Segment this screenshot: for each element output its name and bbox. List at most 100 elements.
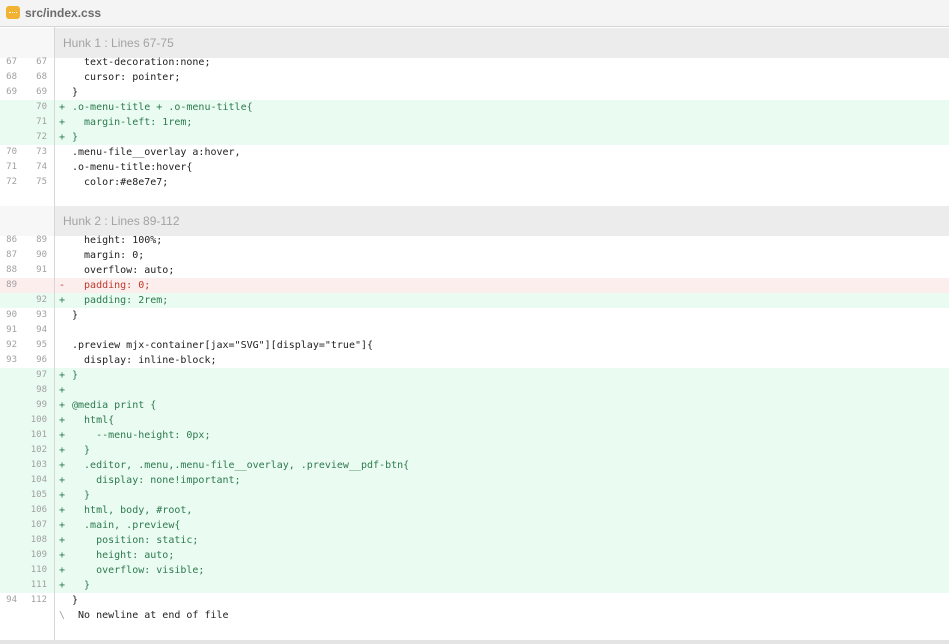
hunk-label: Hunk 2 : Lines 89-112 [63, 214, 180, 228]
diff-sign: + [59, 535, 66, 546]
added-line: 99 + @media print { [0, 398, 949, 413]
code-text: cursor: pointer; [72, 72, 181, 83]
code-text: overflow: visible; [72, 565, 205, 576]
context-line: 88 91 overflow: auto; [0, 263, 949, 278]
context-line: 72 75 color:#e8e7e7; [0, 175, 949, 190]
added-line: 100 + html{ [0, 413, 949, 428]
new-line-number: 72 [36, 132, 47, 142]
code-text: } [72, 595, 79, 606]
code-text: } [72, 580, 91, 591]
diff-sign: + [59, 400, 66, 411]
added-line: 72 +} [0, 130, 949, 145]
new-line-number: 69 [36, 87, 47, 97]
added-line: 92 + padding: 2rem; [0, 293, 949, 308]
new-line-number: 75 [36, 177, 47, 187]
context-line: 87 90 margin: 0; [0, 248, 949, 263]
code-text: .menu-file__overlay a:hover, [72, 147, 241, 158]
diff-sign: + [59, 117, 66, 128]
code-text: text-decoration:none; [72, 57, 211, 68]
code-text: padding: 0; [72, 280, 151, 291]
old-line-number: 89 [6, 280, 17, 290]
context-line: 92 95 .preview mjx-container[jax="SVG"][di… [0, 338, 949, 353]
diff-sign: + [59, 370, 66, 381]
file-name[interactable]: src/index.css [25, 5, 101, 21]
code-text: @media print { [72, 400, 157, 411]
old-line-number: 70 [6, 147, 17, 157]
added-line: 101 + --menu-height: 0px; [0, 428, 949, 443]
code-text: html{ [72, 415, 115, 426]
gutter-divider [54, 27, 55, 640]
diff-sign: + [59, 385, 66, 396]
new-line-number: 95 [36, 340, 47, 350]
hunk-gutter [0, 28, 54, 58]
diff-sign: - [59, 280, 66, 291]
code-text: No newline at end of file [72, 610, 229, 621]
context-line: 69 69} [0, 85, 949, 100]
old-line-number: 90 [6, 310, 17, 320]
new-line-number: 73 [36, 147, 47, 157]
diff-sign: + [59, 490, 66, 501]
old-line-number: 88 [6, 265, 17, 275]
old-line-number: 92 [6, 340, 17, 350]
diff-sign: + [59, 520, 66, 531]
diff-sign: + [59, 475, 66, 486]
code-text: margin: 0; [72, 250, 145, 261]
added-line: 98 + [0, 383, 949, 398]
code-text: .o-menu-title + .o-menu-title{ [72, 102, 253, 113]
old-line-number: 94 [6, 595, 17, 605]
added-line: 103 + .editor, .menu,.menu-file__overlay,… [0, 458, 949, 473]
code-text: height: 100%; [72, 235, 163, 246]
code-text: } [72, 310, 79, 321]
old-line-number: 69 [6, 87, 17, 97]
context-line: 90 93} [0, 308, 949, 323]
new-line-number: 105 [30, 490, 47, 500]
hunk-gutter [0, 206, 54, 236]
added-line: 109 + height: auto; [0, 548, 949, 563]
code-text: color:#e8e7e7; [72, 177, 169, 188]
file-header: src/index.css [0, 0, 949, 27]
removed-line: 89 - padding: 0; [0, 278, 949, 293]
code-text: } [72, 490, 91, 501]
context-line: \ No newline at end of file [0, 608, 949, 623]
code-text: } [72, 132, 79, 143]
new-line-number: 98 [36, 385, 47, 395]
old-line-number: 93 [6, 355, 17, 365]
diff-sign: + [59, 430, 66, 441]
code-text: display: inline-block; [72, 355, 217, 366]
hunk-label: Hunk 1 : Lines 67-75 [63, 36, 174, 50]
diff-sign: + [59, 550, 66, 561]
new-line-number: 106 [30, 505, 47, 515]
context-line: 68 68 cursor: pointer; [0, 70, 949, 85]
new-line-number: 104 [30, 475, 47, 485]
new-line-number: 96 [36, 355, 47, 365]
code-text: } [72, 445, 91, 456]
added-line: 111 + } [0, 578, 949, 593]
diff-sign: + [59, 415, 66, 426]
new-line-number: 110 [30, 565, 47, 575]
old-line-number: 71 [6, 162, 17, 172]
diff-sign: \ [59, 610, 66, 621]
added-line: 105 + } [0, 488, 949, 503]
new-line-number: 97 [36, 370, 47, 380]
new-line-number: 109 [30, 550, 47, 560]
bottom-scroll-area [0, 640, 949, 644]
new-line-number: 74 [36, 162, 47, 172]
added-line: 107 + .main, .preview{ [0, 518, 949, 533]
code-text: position: static; [72, 535, 199, 546]
code-text: overflow: auto; [72, 265, 175, 276]
added-line: 110 + overflow: visible; [0, 563, 949, 578]
old-line-number: 87 [6, 250, 17, 260]
code-text: } [72, 87, 79, 98]
context-line: 94 112} [0, 593, 949, 608]
context-line: 71 74 .o-menu-title:hover{ [0, 160, 949, 175]
diff-sign: + [59, 580, 66, 591]
css-file-icon [6, 6, 20, 19]
added-line: 102 + } [0, 443, 949, 458]
added-line: 70 + .o-menu-title + .o-menu-title{ [0, 100, 949, 115]
diff-sign: + [59, 132, 66, 143]
context-line: 91 94 [0, 323, 949, 338]
new-line-number: 108 [30, 535, 47, 545]
new-line-number: 71 [36, 117, 47, 127]
code-text: height: auto; [72, 550, 175, 561]
code-text: } [72, 370, 79, 381]
